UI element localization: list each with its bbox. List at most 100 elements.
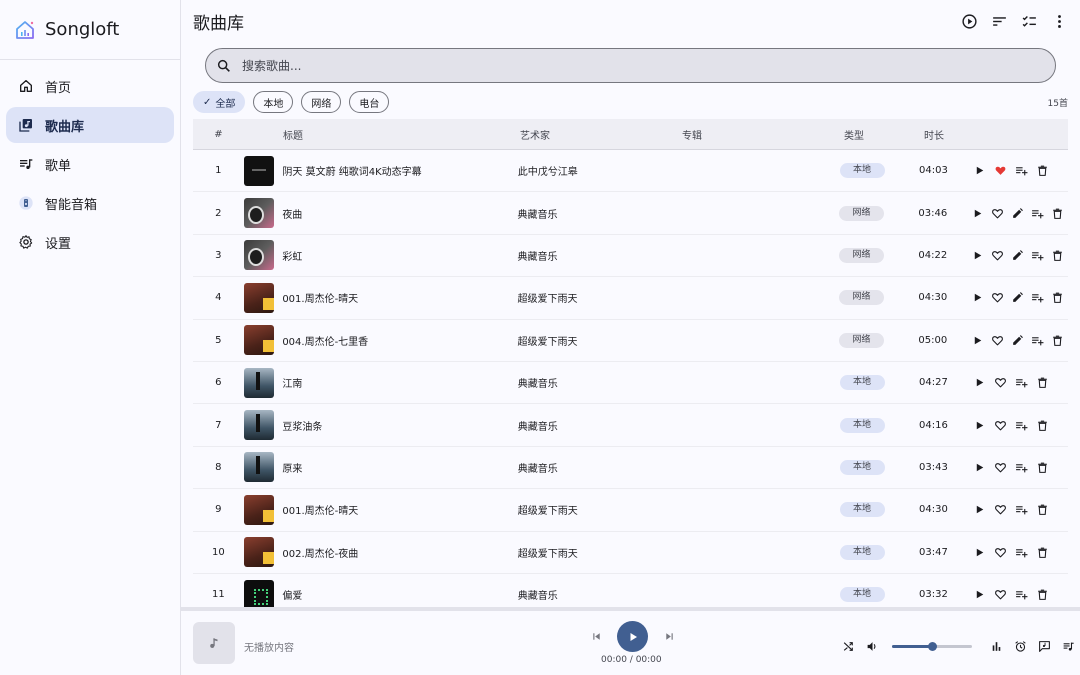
filter-chip-local[interactable]: 本地 [253, 91, 294, 113]
equalizer-button[interactable] [984, 635, 1008, 657]
like-button[interactable] [988, 246, 1008, 264]
delete-button[interactable] [1032, 586, 1053, 604]
add-to-playlist-button[interactable] [1028, 204, 1048, 222]
play-song-button[interactable] [968, 289, 988, 307]
table-row[interactable]: 6 江南 典藏音乐 本地 04:27 [193, 362, 1068, 405]
play-song-button[interactable] [969, 458, 990, 476]
shuffle-button[interactable] [836, 635, 860, 657]
lyrics-button[interactable] [1032, 635, 1056, 657]
volume-button[interactable] [860, 635, 884, 657]
table-row[interactable]: 2 夜曲 典藏音乐 网络 03:46 [193, 192, 1068, 235]
like-button[interactable] [990, 416, 1011, 434]
search-bar[interactable] [205, 48, 1056, 83]
more-options-button[interactable] [1044, 10, 1074, 32]
column-header-duration[interactable]: 时长 [924, 127, 974, 142]
sidebar: Songloft 首页 歌曲库 歌单 智能音箱 设置 [0, 0, 181, 675]
like-button[interactable] [990, 162, 1011, 180]
type-badge: 本地 [839, 417, 885, 433]
sidebar-item-home[interactable]: 首页 [6, 68, 174, 104]
play-song-button[interactable] [968, 246, 988, 264]
like-button[interactable] [988, 331, 1008, 349]
edit-button[interactable] [1008, 246, 1028, 264]
add-to-playlist-button[interactable] [1011, 162, 1032, 180]
song-duration: 04:30 [919, 504, 948, 516]
sidebar-item-settings[interactable]: 设置 [6, 224, 174, 260]
add-to-playlist-button[interactable] [1011, 543, 1032, 561]
sort-button[interactable] [984, 10, 1014, 32]
add-to-playlist-button[interactable] [1011, 458, 1032, 476]
add-to-playlist-button[interactable] [1028, 331, 1048, 349]
play-song-button[interactable] [968, 204, 988, 222]
column-header-album[interactable]: 专辑 [682, 127, 844, 142]
song-title: 偏爱 [282, 591, 303, 603]
delete-button[interactable] [1048, 331, 1068, 349]
sidebar-item-smart-speaker[interactable]: 智能音箱 [6, 185, 174, 221]
add-to-playlist-button[interactable] [1028, 289, 1048, 307]
like-button[interactable] [990, 586, 1011, 604]
volume-thumb[interactable] [928, 642, 937, 651]
play-song-button[interactable] [969, 416, 990, 434]
play-song-button[interactable] [969, 374, 990, 392]
add-to-playlist-button[interactable] [1011, 416, 1032, 434]
now-playing-artwork [193, 622, 235, 664]
delete-button[interactable] [1032, 374, 1053, 392]
play-song-button[interactable] [969, 501, 990, 519]
delete-button[interactable] [1032, 543, 1053, 561]
play-song-button[interactable] [968, 331, 988, 349]
song-duration: 03:32 [919, 589, 948, 601]
play-song-button[interactable] [969, 586, 990, 604]
table-row[interactable]: 10 002.周杰伦-夜曲 超级爱下雨天 本地 03:47 [193, 532, 1068, 574]
type-badge: 本地 [839, 459, 885, 475]
edit-button[interactable] [1008, 331, 1028, 349]
table-row[interactable]: 5 004.周杰伦-七里香 超级爱下雨天 网络 05:00 [193, 320, 1068, 362]
delete-button[interactable] [1032, 162, 1053, 180]
app-logo-icon [16, 20, 34, 39]
column-header-artist[interactable]: 艺术家 [520, 127, 682, 142]
filter-chip-radio[interactable]: 电台 [349, 91, 390, 113]
edit-button[interactable] [1008, 204, 1028, 222]
add-to-playlist-button[interactable] [1011, 501, 1032, 519]
filter-chip-network[interactable]: 网络 [301, 91, 342, 113]
filter-chip-all[interactable]: ✓ 全部 [193, 91, 246, 113]
delete-button[interactable] [1048, 204, 1068, 222]
sidebar-item-library[interactable]: 歌曲库 [6, 107, 174, 143]
play-song-button[interactable] [969, 162, 990, 180]
playlist-add-icon [1032, 294, 1044, 303]
search-input[interactable] [242, 58, 1022, 73]
table-row[interactable]: 3 彩虹 典藏音乐 网络 04:22 [193, 235, 1068, 278]
like-button[interactable] [990, 543, 1011, 561]
delete-button[interactable] [1032, 458, 1053, 476]
column-header-title[interactable]: 标题 [283, 127, 520, 142]
like-button[interactable] [990, 374, 1011, 392]
sleep-timer-button[interactable] [1008, 635, 1032, 657]
delete-button[interactable] [1032, 416, 1053, 434]
volume-slider[interactable] [892, 635, 972, 657]
multi-select-button[interactable] [1014, 10, 1044, 32]
column-header-type[interactable]: 类型 [844, 127, 924, 142]
delete-button[interactable] [1048, 246, 1068, 264]
table-row[interactable]: 1 阴天 莫文蔚 纯歌词4K动态字幕 此中戊兮江皋 本地 04:03 [193, 150, 1068, 193]
like-button[interactable] [990, 458, 1011, 476]
add-to-playlist-button[interactable] [1011, 374, 1032, 392]
table-row[interactable]: 9 001.周杰伦-晴天 超级爱下雨天 本地 04:30 [193, 489, 1068, 532]
table-row[interactable]: 8 原来 典藏音乐 本地 03:43 [193, 447, 1068, 490]
like-button[interactable] [990, 501, 1011, 519]
table-row[interactable]: 4 001.周杰伦-晴天 超级爱下雨天 网络 04:30 [193, 277, 1068, 320]
delete-button[interactable] [1032, 501, 1053, 519]
play-song-button[interactable] [969, 543, 990, 561]
play-all-button[interactable] [954, 10, 984, 32]
queue-button[interactable] [1056, 635, 1080, 657]
previous-button[interactable] [586, 627, 606, 647]
table-row[interactable]: 11 偏爱 典藏音乐 本地 03:32 [193, 574, 1068, 607]
next-button[interactable] [659, 627, 679, 647]
delete-button[interactable] [1048, 289, 1068, 307]
play-pause-button[interactable] [617, 621, 648, 652]
add-to-playlist-button[interactable] [1011, 586, 1032, 604]
add-to-playlist-button[interactable] [1028, 246, 1048, 264]
table-row[interactable]: 7 豆浆油条 典藏音乐 本地 04:16 [193, 404, 1068, 447]
like-button[interactable] [988, 289, 1008, 307]
like-button[interactable] [988, 204, 1008, 222]
edit-button[interactable] [1008, 289, 1028, 307]
player-bar: 无播放内容 00:00 / 00:00 [181, 607, 1080, 675]
sidebar-item-playlists[interactable]: 歌单 [6, 146, 174, 182]
